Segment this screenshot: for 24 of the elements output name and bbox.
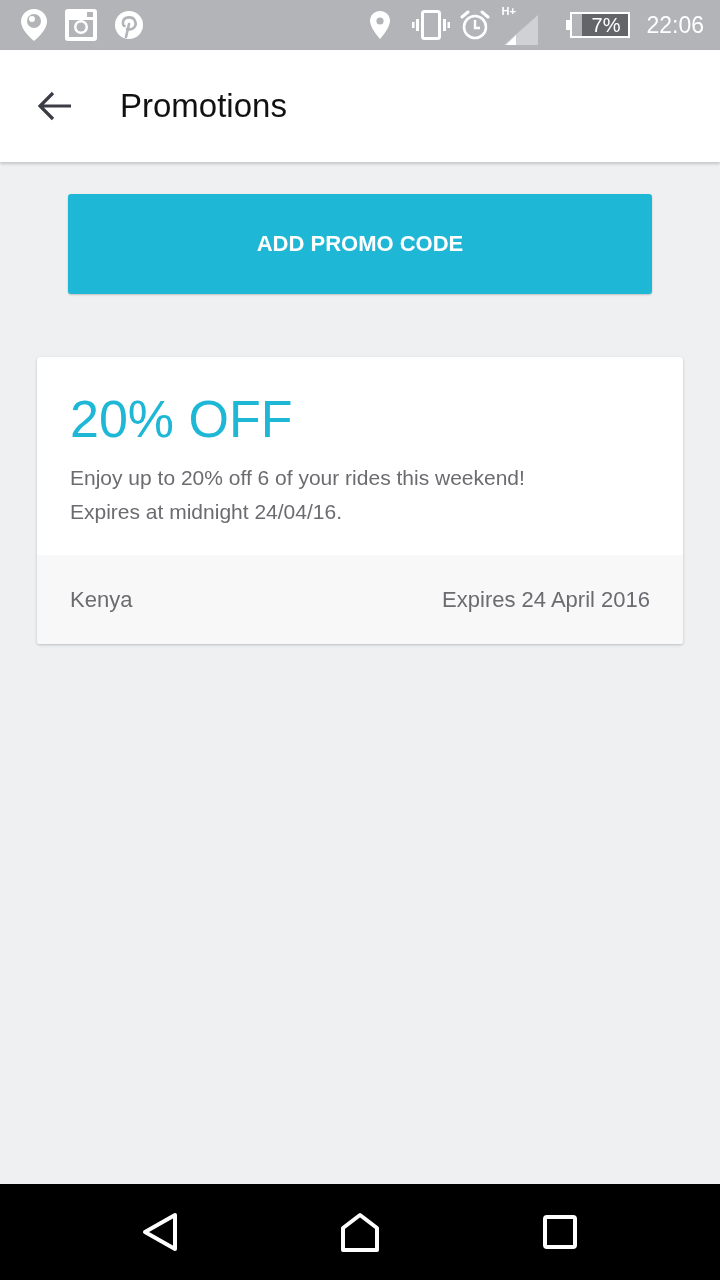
recents-nav-button[interactable]: [543, 1215, 577, 1249]
promotion-region: Kenya: [70, 586, 133, 613]
square-recents-icon: [543, 1215, 577, 1249]
add-promo-code-button[interactable]: ADD PROMO CODE: [68, 194, 652, 294]
back-arrow-icon: [38, 91, 72, 121]
promotion-expiry: Expires 24 April 2016: [442, 586, 650, 613]
signal-strength-icon: [503, 15, 538, 45]
vibrate-icon: [411, 10, 450, 40]
camera-icon: [65, 9, 97, 41]
triangle-back-icon: [142, 1212, 178, 1252]
clock-time: 22:06: [646, 11, 704, 39]
location-pin-eye-icon: [20, 8, 48, 42]
home-nav-button[interactable]: [340, 1212, 380, 1252]
network-type-label: H+: [501, 5, 516, 17]
back-button[interactable]: [38, 90, 74, 122]
promotion-headline: 20% OFF: [70, 389, 294, 449]
back-nav-button[interactable]: [142, 1212, 178, 1252]
pin-logo-icon: [114, 10, 144, 40]
battery-indicator: 7%: [569, 12, 631, 38]
promotion-description: Enjoy up to 20% off 6 of your rides this weekend! Expires at midnight 24/04/16.: [70, 465, 526, 525]
home-icon: [340, 1212, 380, 1252]
screen-title: Promotions: [120, 87, 287, 125]
alarm-clock-icon: [459, 10, 490, 40]
location-pin-icon: [369, 11, 390, 39]
